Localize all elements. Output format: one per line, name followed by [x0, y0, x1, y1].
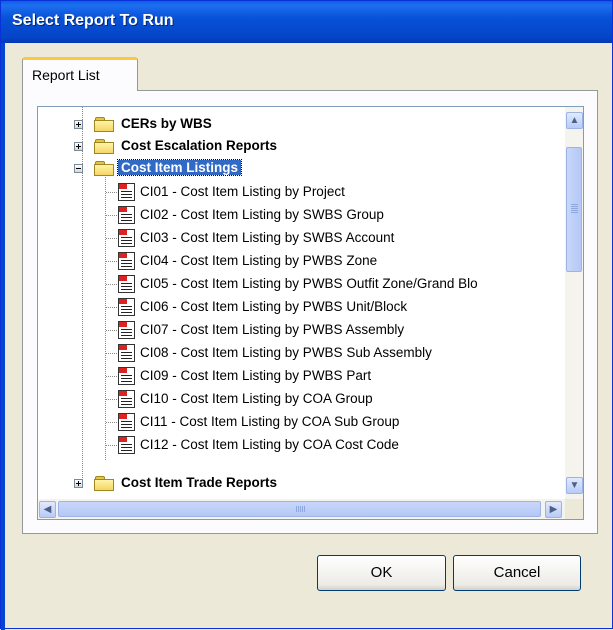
- tree-item-report[interactable]: CI11 - Cost Item Listing by COA Sub Grou…: [38, 411, 566, 433]
- folder-icon: [94, 116, 116, 132]
- scroll-corner: [565, 499, 583, 519]
- window-frame: [1, 43, 5, 630]
- report-icon: [118, 229, 135, 247]
- tree-item-label: CERs by WBS: [121, 116, 212, 131]
- horizontal-scrollbar[interactable]: ◀ ▶: [38, 499, 566, 519]
- expand-icon[interactable]: [74, 142, 83, 151]
- tree-item-label: CI04 - Cost Item Listing by PWBS Zone: [140, 253, 378, 268]
- tree-item-report[interactable]: CI02 - Cost Item Listing by SWBS Group: [38, 204, 566, 226]
- tree-item-report[interactable]: CI07 - Cost Item Listing by PWBS Assembl…: [38, 319, 566, 341]
- tree-item-label: CI11 - Cost Item Listing by COA Sub Grou…: [140, 414, 400, 429]
- tree-item-cers-by-wbs[interactable]: CERs by WBS: [38, 114, 566, 136]
- report-icon: [118, 367, 135, 385]
- report-icon: [118, 252, 135, 270]
- tree-item-label: CI06 - Cost Item Listing by PWBS Unit/Bl…: [140, 299, 408, 314]
- tree-item-label: CI09 - Cost Item Listing by PWBS Part: [140, 368, 372, 383]
- tree-item-cost-item-listings[interactable]: Cost Item Listings: [38, 158, 566, 180]
- tree-item-label: CI03 - Cost Item Listing by SWBS Account: [140, 230, 395, 245]
- chevron-up-icon[interactable]: ▲: [566, 112, 583, 129]
- dialog-window: Select Report To Run Report List CERs by…: [0, 0, 613, 630]
- report-icon: [118, 413, 135, 431]
- tree-item-report[interactable]: CI08 - Cost Item Listing by PWBS Sub Ass…: [38, 342, 566, 364]
- report-icon: [118, 436, 135, 454]
- tree-item-label: Cost Escalation Reports: [121, 138, 278, 153]
- report-icon: [118, 206, 135, 224]
- report-icon: [118, 390, 135, 408]
- tree-item-label: CI05 - Cost Item Listing by PWBS Outfit …: [140, 276, 478, 291]
- tree-item-report[interactable]: CI03 - Cost Item Listing by SWBS Account: [38, 227, 566, 249]
- expand-icon[interactable]: [74, 120, 83, 129]
- tree-item-report[interactable]: CI06 - Cost Item Listing by PWBS Unit/Bl…: [38, 296, 566, 318]
- ok-button-label: OK: [370, 564, 393, 581]
- folder-icon: [94, 138, 116, 154]
- report-icon: [118, 298, 135, 316]
- tree-item-report[interactable]: CI05 - Cost Item Listing by PWBS Outfit …: [38, 273, 566, 295]
- report-icon: [118, 344, 135, 362]
- window-title: Select Report To Run: [12, 12, 174, 29]
- tab-label: Report List: [32, 67, 100, 83]
- tree-item-label: CI07 - Cost Item Listing by PWBS Assembl…: [140, 322, 405, 337]
- title-bar[interactable]: Select Report To Run: [1, 1, 612, 43]
- tree-item-report[interactable]: CI01 - Cost Item Listing by Project: [38, 181, 566, 203]
- tree-item-cost-item-trade[interactable]: Cost Item Trade Reports: [38, 473, 566, 495]
- tree-item-label: CI08 - Cost Item Listing by PWBS Sub Ass…: [140, 345, 432, 360]
- report-icon: [118, 321, 135, 339]
- cancel-button[interactable]: Cancel: [453, 555, 581, 591]
- chevron-left-icon[interactable]: ◀: [39, 501, 56, 518]
- tree-item-report[interactable]: CI09 - Cost Item Listing by PWBS Part: [38, 365, 566, 387]
- horizontal-scroll-thumb[interactable]: [58, 501, 541, 517]
- report-icon: [118, 275, 135, 293]
- tree-item-label: CI12 - Cost Item Listing by COA Cost Cod…: [140, 437, 399, 452]
- chevron-right-icon[interactable]: ▶: [545, 501, 562, 518]
- expand-icon[interactable]: [74, 479, 83, 488]
- chevron-down-icon[interactable]: ▼: [566, 477, 583, 494]
- tree-item-report[interactable]: CI04 - Cost Item Listing by PWBS Zone: [38, 250, 566, 272]
- tree-item-report[interactable]: CI12 - Cost Item Listing by COA Cost Cod…: [38, 434, 566, 456]
- vertical-scrollbar[interactable]: ▲ ▼: [565, 107, 583, 499]
- cancel-button-label: Cancel: [493, 564, 541, 581]
- tree-item-report[interactable]: CI10 - Cost Item Listing by COA Group: [38, 388, 566, 410]
- collapse-icon[interactable]: [74, 164, 83, 173]
- ok-button[interactable]: OK: [317, 555, 446, 591]
- open-folder-icon: [94, 160, 116, 176]
- tree-item-label: CI01 - Cost Item Listing by Project: [140, 184, 345, 199]
- tree-item-label: Cost Item Listings: [116, 159, 243, 176]
- tree-content: CERs by WBS Cost Escalation Reports Cost…: [38, 107, 566, 499]
- tree-item-label: Cost Item Trade Reports: [121, 475, 278, 490]
- tree-item-label: CI10 - Cost Item Listing by COA Group: [140, 391, 373, 406]
- folder-icon: [94, 475, 116, 491]
- report-icon: [118, 183, 135, 201]
- vertical-scroll-thumb[interactable]: [566, 147, 582, 272]
- tab-report-list[interactable]: Report List: [22, 57, 138, 91]
- tree-item-cost-escalation[interactable]: Cost Escalation Reports: [38, 136, 566, 158]
- tree-item-label: CI02 - Cost Item Listing by SWBS Group: [140, 207, 384, 222]
- report-tree[interactable]: CERs by WBS Cost Escalation Reports Cost…: [37, 106, 584, 520]
